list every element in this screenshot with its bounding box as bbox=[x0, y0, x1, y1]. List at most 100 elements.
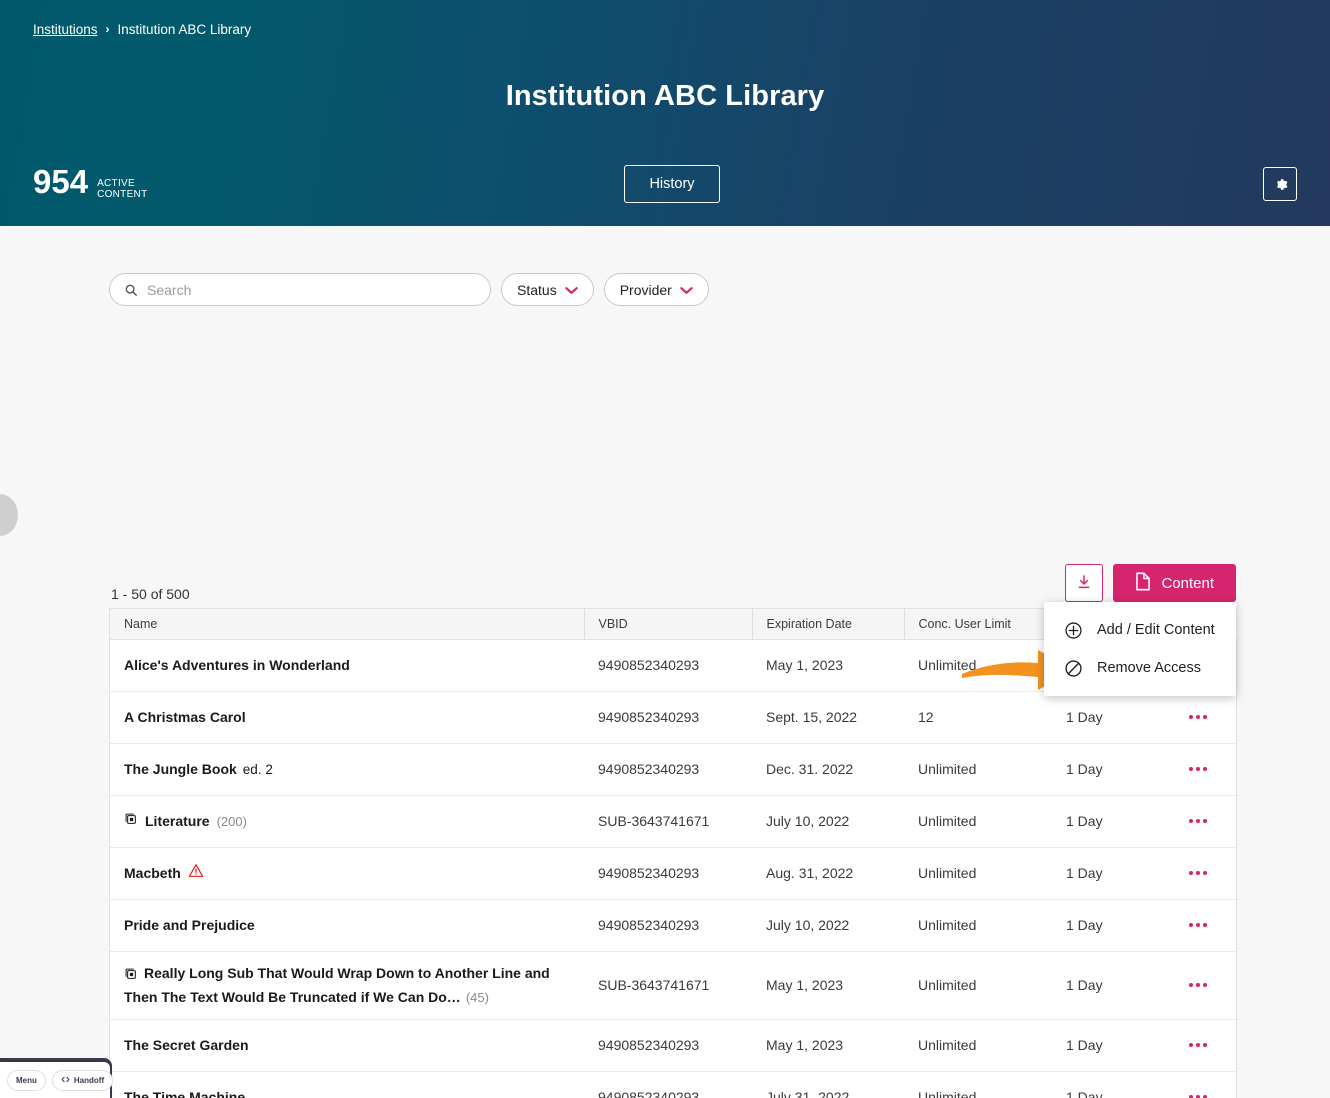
breadcrumb: Institutions › Institution ABC Library bbox=[33, 22, 251, 37]
chevron-down-icon bbox=[565, 282, 578, 298]
warning-icon bbox=[188, 863, 204, 884]
cell-expiration-date: July 10, 2022 bbox=[752, 899, 904, 952]
column-header-conc-user-limit[interactable]: Conc. User Limit bbox=[904, 609, 1053, 640]
cell-vbid: 9490852340293 bbox=[584, 899, 752, 952]
active-content-label: ACTIVE CONTENT bbox=[97, 178, 147, 200]
content-name-text: The Time Machine bbox=[124, 1088, 246, 1098]
menu-item-add-edit-content[interactable]: Add / Edit Content bbox=[1044, 611, 1236, 649]
expiration-date-text: Dec. 31. 2022 bbox=[766, 761, 854, 777]
expiration-date-text: July 31, 2022 bbox=[766, 1089, 850, 1098]
expiration-date-text: July 10, 2022 bbox=[766, 917, 850, 933]
ellipsis-icon bbox=[1189, 983, 1193, 987]
row-actions-button[interactable] bbox=[1176, 704, 1220, 730]
menu-item-label: Add / Edit Content bbox=[1097, 622, 1215, 638]
ellipsis-icon bbox=[1196, 819, 1200, 823]
content-edition: ed. 2 bbox=[242, 761, 273, 777]
ellipsis-icon bbox=[1189, 871, 1193, 875]
search-box[interactable] bbox=[109, 273, 491, 306]
cell-actions bbox=[1162, 795, 1238, 848]
expiration-value: July 10, 2022 bbox=[766, 917, 904, 933]
content-name: Pride and Prejudice bbox=[124, 915, 584, 936]
cell-vbid: 9490852340293 bbox=[584, 1019, 752, 1072]
cell-conc-user-limit: Unlimited bbox=[904, 899, 1052, 952]
cell-exp-period: 1 Day bbox=[1052, 743, 1162, 796]
ellipsis-icon bbox=[1203, 923, 1207, 927]
content-button[interactable]: Content bbox=[1113, 564, 1236, 602]
filter-bar: Status Provider bbox=[109, 273, 709, 306]
table-row[interactable]: Pride and Prejudice 9490852340293 July 10,… bbox=[110, 899, 1238, 952]
row-actions-button[interactable] bbox=[1176, 1032, 1220, 1058]
history-button[interactable]: History bbox=[624, 165, 720, 203]
prototype-handoff-button[interactable]: Handoff bbox=[51, 1069, 114, 1091]
row-actions-button[interactable] bbox=[1176, 808, 1220, 834]
expiration-date-text: Aug. 31, 2022 bbox=[766, 865, 854, 881]
breadcrumb-separator-icon: › bbox=[105, 21, 110, 36]
cell-conc-user-limit: Unlimited bbox=[904, 795, 1052, 848]
table-row[interactable]: The Secret Garden 9490852340293 May 1, 202… bbox=[110, 1019, 1238, 1072]
expiration-value: July 31, 2022 bbox=[766, 1089, 904, 1098]
provider-filter-dropdown[interactable]: Provider bbox=[603, 273, 709, 306]
table-row[interactable]: Literature (200) SUB-3643741671 July 10, 20… bbox=[110, 795, 1238, 848]
cell-expiration-date: May 1, 2023 bbox=[752, 951, 904, 1020]
expiration-date-text: May 1, 2023 bbox=[766, 1037, 844, 1053]
cell-exp-period: 1 Day bbox=[1052, 1019, 1162, 1072]
cell-actions bbox=[1162, 743, 1238, 796]
table-row[interactable]: Macbeth 9490852340293 Aug. 31, 2022 Unlimit… bbox=[110, 847, 1238, 900]
prototype-menu-button[interactable]: Menu bbox=[7, 1069, 46, 1091]
column-header-expiration-date[interactable]: Expiration Date bbox=[752, 609, 905, 640]
cell-vbid: 9490852340293 bbox=[584, 639, 752, 692]
ellipsis-icon bbox=[1189, 767, 1193, 771]
chevron-down-icon bbox=[680, 282, 693, 298]
active-content-stat: 954 ACTIVE CONTENT bbox=[33, 165, 148, 207]
active-content-label-line2: CONTENT bbox=[97, 189, 148, 200]
table-row[interactable]: Really Long Sub That Would Wrap Down to … bbox=[110, 951, 1238, 1020]
row-actions-button[interactable] bbox=[1176, 756, 1220, 782]
content-name: Literature (200) bbox=[124, 811, 584, 832]
cell-expiration-date: Aug. 31, 2022 bbox=[752, 847, 904, 900]
content-name: The Jungle Book ed. 2 bbox=[124, 759, 584, 780]
column-header-name[interactable]: Name bbox=[110, 609, 585, 640]
cell-exp-period: 1 Day bbox=[1052, 899, 1162, 952]
settings-button[interactable] bbox=[1263, 167, 1297, 201]
content-name-text: A Christmas Carol bbox=[124, 708, 246, 725]
code-icon bbox=[61, 1075, 70, 1086]
cell-name: Pride and Prejudice bbox=[110, 899, 584, 952]
gear-icon bbox=[1272, 176, 1289, 193]
content-name-text: Alice's Adventures in Wonderland bbox=[124, 656, 350, 673]
row-actions-button[interactable] bbox=[1176, 912, 1220, 938]
content-name-text: The Jungle Book bbox=[124, 760, 237, 777]
table-row[interactable]: A Christmas Carol 9490852340293 Sept. 15, … bbox=[110, 691, 1238, 744]
download-button[interactable] bbox=[1065, 564, 1104, 602]
expiration-date-text: May 1, 2023 bbox=[766, 977, 844, 993]
cell-conc-user-limit: Unlimited bbox=[904, 1019, 1052, 1072]
content-name-text: Macbeth bbox=[124, 864, 181, 881]
search-input[interactable] bbox=[147, 281, 476, 298]
expiration-date-text: July 10, 2022 bbox=[766, 813, 850, 829]
expiration-value: May 1, 2023 bbox=[766, 977, 904, 993]
cell-conc-user-limit: Unlimited bbox=[904, 743, 1052, 796]
cell-expiration-date: May 1, 2023 bbox=[752, 639, 904, 692]
status-filter-dropdown[interactable]: Status bbox=[501, 273, 594, 306]
row-actions-button[interactable] bbox=[1176, 1084, 1220, 1098]
breadcrumb-link-institutions[interactable]: Institutions bbox=[33, 22, 98, 37]
cell-exp-period: 1 Day bbox=[1052, 951, 1162, 1020]
edge-nav-handle[interactable] bbox=[0, 494, 18, 536]
expiration-value: Aug. 31, 2022 bbox=[766, 865, 904, 881]
search-icon bbox=[124, 283, 138, 297]
content-area: Status Provider 1 - 50 of 500 bbox=[0, 226, 1330, 1098]
ellipsis-icon bbox=[1189, 819, 1193, 823]
cell-name: The Secret Garden bbox=[110, 1019, 584, 1072]
menu-item-label: Remove Access bbox=[1097, 660, 1201, 676]
cell-expiration-date: July 31, 2022 bbox=[752, 1071, 904, 1098]
table-row[interactable]: The Jungle Book ed. 2 9490852340293 Dec. 31… bbox=[110, 743, 1238, 796]
content-name-text: Literature bbox=[145, 812, 210, 829]
cell-name: Really Long Sub That Would Wrap Down to … bbox=[110, 951, 584, 1020]
menu-item-remove-access[interactable]: Remove Access bbox=[1044, 649, 1236, 687]
table-row[interactable]: The Time Machine 9490852340293 July 31, 20… bbox=[110, 1071, 1238, 1098]
row-actions-button[interactable] bbox=[1176, 972, 1220, 998]
column-header-vbid[interactable]: VBID bbox=[584, 609, 753, 640]
ellipsis-icon bbox=[1203, 983, 1207, 987]
ellipsis-icon bbox=[1203, 715, 1207, 719]
cell-actions bbox=[1162, 951, 1238, 1020]
row-actions-button[interactable] bbox=[1176, 860, 1220, 886]
